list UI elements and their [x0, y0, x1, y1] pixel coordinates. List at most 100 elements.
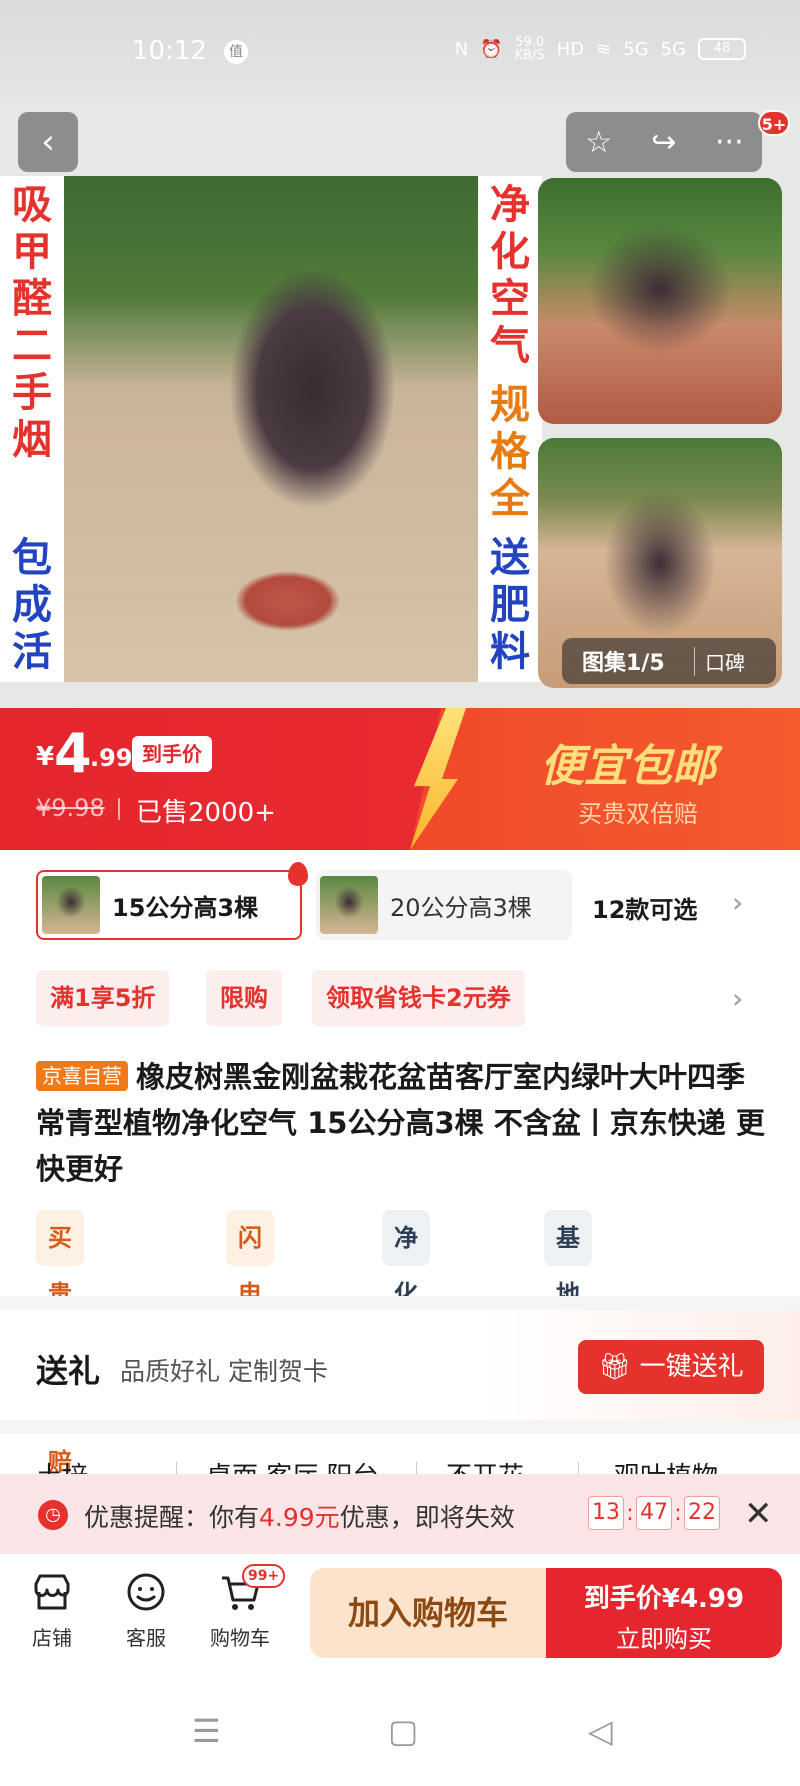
- sold-count: 已售2000+: [136, 798, 276, 828]
- caption-char: 料: [490, 629, 530, 675]
- product-main-photo[interactable]: [64, 176, 478, 682]
- price-banner: ¥ 4 .99 到手价 ¥9.98 已售2000+ 便宜包邮 买贵双倍赔: [0, 708, 800, 850]
- cart-count-badge: 99+: [242, 1564, 286, 1588]
- reminder-prefix: 优惠提醒：你有: [84, 1503, 260, 1532]
- gallery-index: 图集1/5: [582, 651, 665, 676]
- variant-thumbnail: [42, 876, 100, 934]
- countdown-timer: 13 : 47 : 22: [588, 1496, 720, 1530]
- caption-char: 净: [490, 182, 530, 228]
- feature-tag: 净化空气: [382, 1210, 430, 1420]
- variant-label: 20公分高3棵: [390, 893, 532, 922]
- final-price-tag: 到手价: [132, 736, 212, 772]
- close-icon[interactable]: ✕: [744, 1494, 773, 1534]
- promo-coupon[interactable]: 领取省钱卡2元券: [312, 970, 525, 1026]
- chevron-right-icon[interactable]: ›: [732, 982, 743, 1015]
- price-decimal: .99: [90, 744, 133, 772]
- caption-char: 规: [490, 382, 530, 428]
- category-tag: 观叶植物: [614, 1456, 718, 1474]
- caption-char: 活: [12, 629, 52, 675]
- caption-char: 成: [12, 582, 52, 628]
- gift-subtitle: 品质好礼 定制贺卡: [120, 1357, 328, 1386]
- gift-icon: 🎁︎: [598, 1352, 640, 1382]
- favorite-star-icon[interactable]: ☆: [567, 125, 631, 160]
- shop-icon: [34, 1574, 70, 1610]
- caption-char: 甲: [12, 229, 52, 275]
- caption-char: 手: [12, 370, 52, 416]
- promo-discount[interactable]: 满1享5折: [36, 970, 170, 1026]
- cart-button[interactable]: 99+ 购物车: [200, 1564, 286, 1651]
- buy-now-button[interactable]: 到手价¥4.99 立即购买: [546, 1568, 782, 1658]
- menu-icon[interactable]: ☰: [192, 1712, 221, 1750]
- status-icons: N ⏰ 59.0 KB/S HD ≋ 5G 5G 48: [455, 36, 746, 62]
- discount-reminder: ◷ 优惠提醒：你有4.99元优惠，即将失效 13 : 47 : 22 ✕: [0, 1474, 800, 1554]
- image-gallery[interactable]: 吸甲醛二手烟 包成活 净化空气 规格全 送肥料 图集1/5 口碑: [0, 104, 800, 708]
- share-icon[interactable]: ↪: [632, 125, 696, 160]
- product-page: 10:12 值 N ⏰ 59.0 KB/S HD ≋ 5G 5G 48 吸甲醛二…: [0, 0, 800, 1786]
- back-nav-icon[interactable]: ◁: [588, 1712, 613, 1750]
- feature-tag: 基地直发: [544, 1210, 592, 1420]
- divider: [578, 1462, 579, 1474]
- more-icon[interactable]: ···: [697, 125, 761, 160]
- more-variants-link[interactable]: 12款可选: [592, 890, 697, 925]
- variant-thumbnail: [320, 876, 378, 934]
- buy-label: 立即购买: [616, 1625, 712, 1653]
- reminder-suffix: 优惠，即将失效: [339, 1503, 515, 1532]
- hot-flame-icon: [288, 862, 308, 886]
- status-bar: 10:12 值 N ⏰ 59.0 KB/S HD ≋ 5G 5G 48: [0, 0, 800, 104]
- category-row: 土培 桌面 客厅 阳台 不开花 观叶植物: [0, 1434, 800, 1474]
- word-of-mouth-link[interactable]: 口碑: [694, 646, 745, 676]
- timer-seconds: 22: [684, 1496, 720, 1530]
- timer-colon: :: [626, 1500, 634, 1526]
- caption-char: 格: [490, 429, 530, 475]
- section-divider: [0, 1296, 800, 1310]
- divider: [118, 798, 120, 820]
- message-badge: 5+: [758, 110, 790, 136]
- signal-icon: 5G: [623, 38, 649, 60]
- gift-title: 送礼: [36, 1352, 101, 1390]
- caption-char: 全: [490, 476, 530, 522]
- divider: [416, 1462, 417, 1474]
- bottom-action-bar: 店铺 客服 99+ 购物车 加入购物车 到手价¥4.99 立即购买: [0, 1554, 800, 1672]
- shop-button[interactable]: 店铺: [12, 1570, 92, 1651]
- original-price: ¥9.98: [36, 794, 105, 822]
- variant-label: 15公分高3棵: [112, 893, 259, 922]
- feature-tag: 闪电退款: [226, 1210, 274, 1420]
- promo-slogan-sub: 买贵双倍赔: [578, 800, 698, 828]
- gallery-counter[interactable]: 图集1/5 口碑: [562, 638, 776, 684]
- caption-char: 二: [12, 323, 52, 369]
- promo-slogan: 便宜包邮: [540, 741, 716, 792]
- caption-char: 空: [490, 276, 530, 322]
- price-integer: 4: [54, 722, 92, 785]
- variant-option[interactable]: 20公分高3棵: [316, 870, 572, 940]
- self-operated-badge: 京喜自营: [36, 1061, 128, 1091]
- reminder-amount: 4.99元: [259, 1503, 340, 1532]
- caption-char: 包: [12, 535, 52, 581]
- timer-minutes: 47: [636, 1496, 672, 1530]
- chevron-right-icon[interactable]: ›: [732, 886, 743, 919]
- customer-service-button[interactable]: 客服: [106, 1570, 186, 1651]
- variant-option-selected[interactable]: 15公分高3棵: [36, 862, 308, 940]
- gift-section: 送礼 品质好礼 定制贺卡 🎁︎ 一键送礼: [0, 1310, 800, 1420]
- back-button[interactable]: ‹: [18, 112, 78, 172]
- battery-icon: 48: [698, 38, 746, 60]
- gallery-right-caption: 净化空气 规格全 送肥料: [478, 176, 542, 682]
- home-icon[interactable]: ▢: [388, 1712, 418, 1750]
- variant-selector: 15公分高3棵 20公分高3棵 12款可选 ›: [0, 862, 800, 946]
- caption-char: 化: [490, 229, 530, 275]
- top-actions: ☆ ↪ ···: [566, 112, 762, 172]
- caption-char: 肥: [490, 582, 530, 628]
- caption-char: 烟: [12, 417, 52, 463]
- notification-icon: 值: [224, 40, 248, 64]
- category-tag: 不开花: [446, 1456, 524, 1474]
- divider: [176, 1462, 177, 1474]
- timer-hours: 13: [588, 1496, 624, 1530]
- product-photo-thumb[interactable]: [538, 178, 782, 424]
- send-gift-button[interactable]: 🎁︎ 一键送礼: [578, 1340, 764, 1394]
- add-to-cart-button[interactable]: 加入购物车: [310, 1568, 546, 1658]
- caption-char: 吸: [12, 182, 52, 228]
- product-title-text: 橡皮树黑金刚盆栽花盆苗客厅室内绿叶大叶四季常青型植物净化空气 15公分高3棵 不…: [36, 1060, 765, 1186]
- shop-label: 店铺: [32, 1626, 72, 1650]
- back-icon: ‹: [41, 122, 55, 162]
- promo-limit[interactable]: 限购: [206, 970, 282, 1026]
- alarm-icon: ⏰: [480, 38, 503, 60]
